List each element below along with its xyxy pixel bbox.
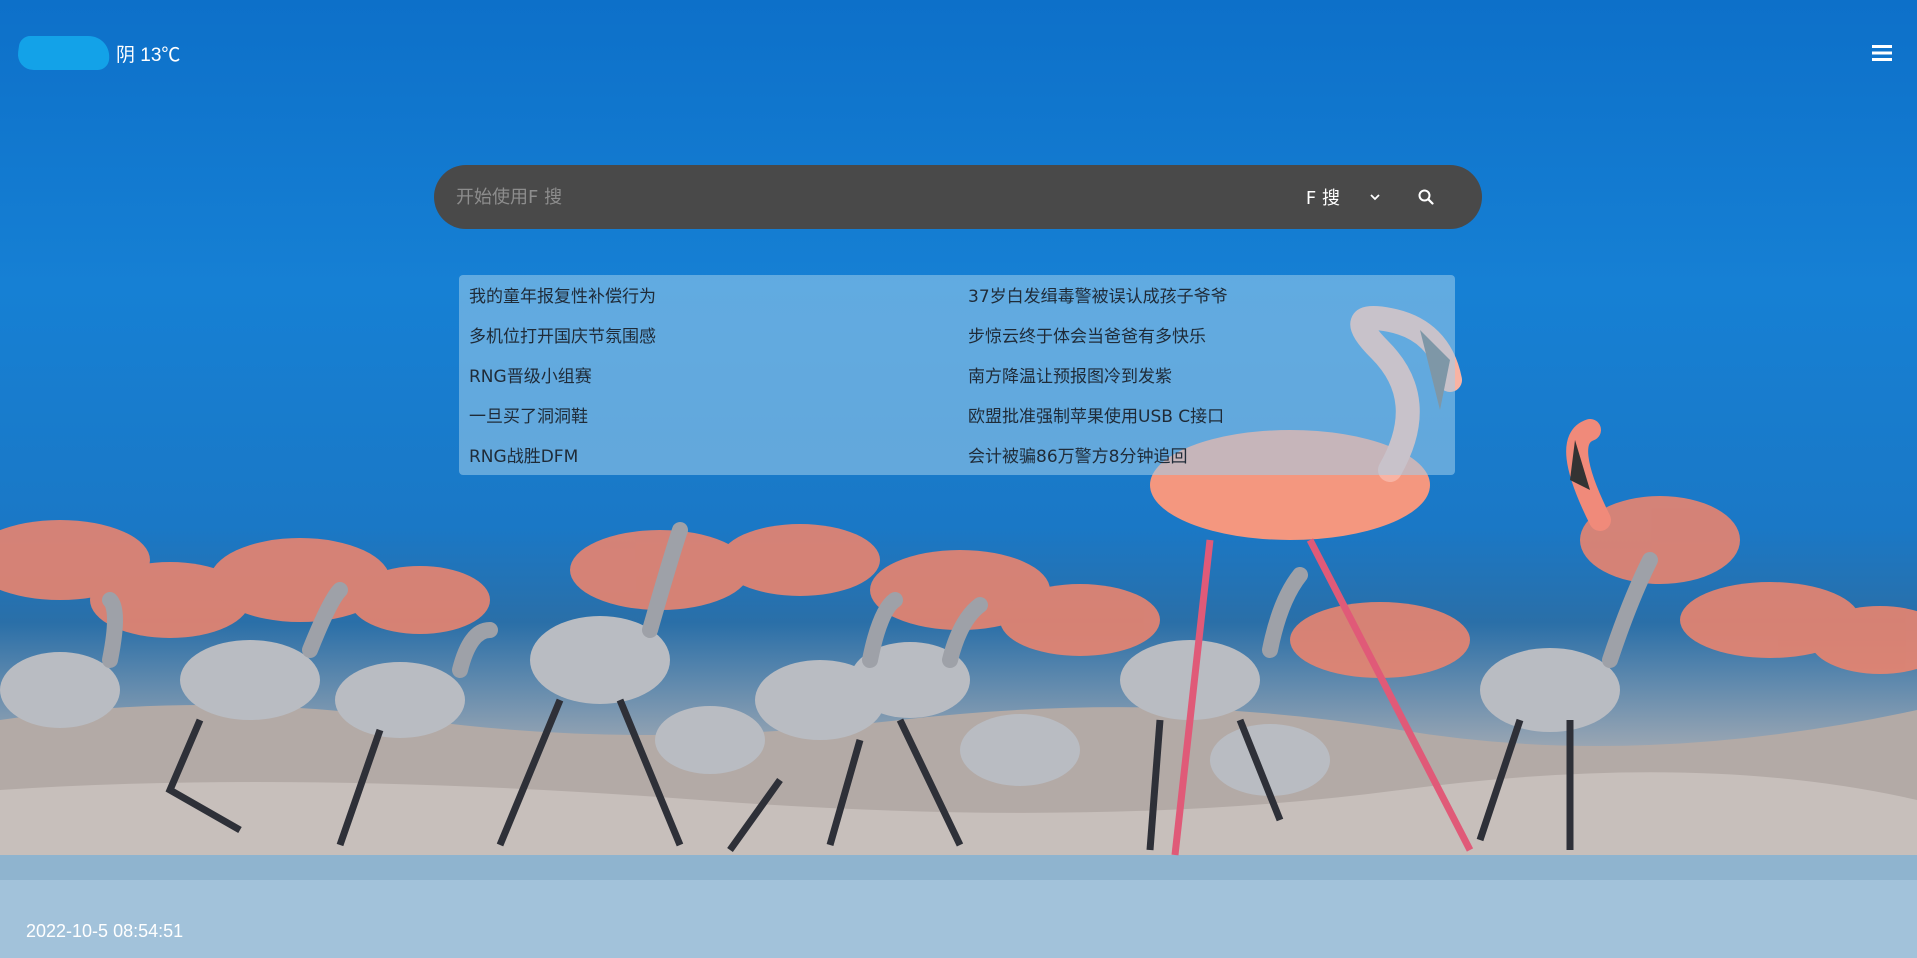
hamburger-menu-icon [1872, 45, 1892, 61]
hot-search-item[interactable]: 一旦买了洞洞鞋 [469, 402, 588, 427]
hot-search-item[interactable]: 37岁白发缉毒警被误认成孩子爷爷 [968, 282, 1228, 307]
hot-search-item[interactable]: 欧盟批准强制苹果使用USB C接口 [968, 402, 1224, 427]
menu-button[interactable] [1869, 40, 1895, 66]
hot-search-item[interactable]: RNG晋级小组赛 [469, 362, 592, 387]
background-image [0, 306, 1917, 958]
search-icon [1418, 189, 1434, 205]
hot-search-item[interactable]: 步惊云终于体会当爸爸有多快乐 [968, 322, 1206, 347]
weather-text: 阴 13℃ [116, 44, 181, 66]
chevron-down-icon [1370, 193, 1380, 200]
page: 阴 13℃ F 搜 我的童年报复性补偿行为 多机位打开国庆节氛围感 RNG晋级小… [0, 0, 1917, 958]
city-name-redacted [15, 36, 113, 70]
search-engine-selector[interactable]: F 搜 [1306, 184, 1380, 210]
hot-search-item[interactable]: 会计被骗86万警方8分钟追回 [968, 442, 1187, 467]
weather-widget[interactable]: 阴 13℃ [15, 36, 181, 70]
search-engine-label: F 搜 [1305, 188, 1340, 209]
search-input[interactable] [434, 164, 1306, 230]
hot-search-item[interactable]: 多机位打开国庆节氛围感 [469, 322, 656, 347]
search-bar: F 搜 [434, 164, 1482, 230]
hot-search-panel: 我的童年报复性补偿行为 多机位打开国庆节氛围感 RNG晋级小组赛 一旦买了洞洞鞋… [459, 275, 1455, 475]
datetime-clock: 2022-10-5 08:54:51 [26, 921, 184, 941]
search-submit-button[interactable] [1406, 177, 1446, 217]
hot-search-item[interactable]: RNG战胜DFM [469, 442, 578, 467]
hot-search-item[interactable]: 我的童年报复性补偿行为 [469, 282, 656, 307]
hot-search-item[interactable]: 南方降温让预报图冷到发紫 [968, 362, 1172, 387]
